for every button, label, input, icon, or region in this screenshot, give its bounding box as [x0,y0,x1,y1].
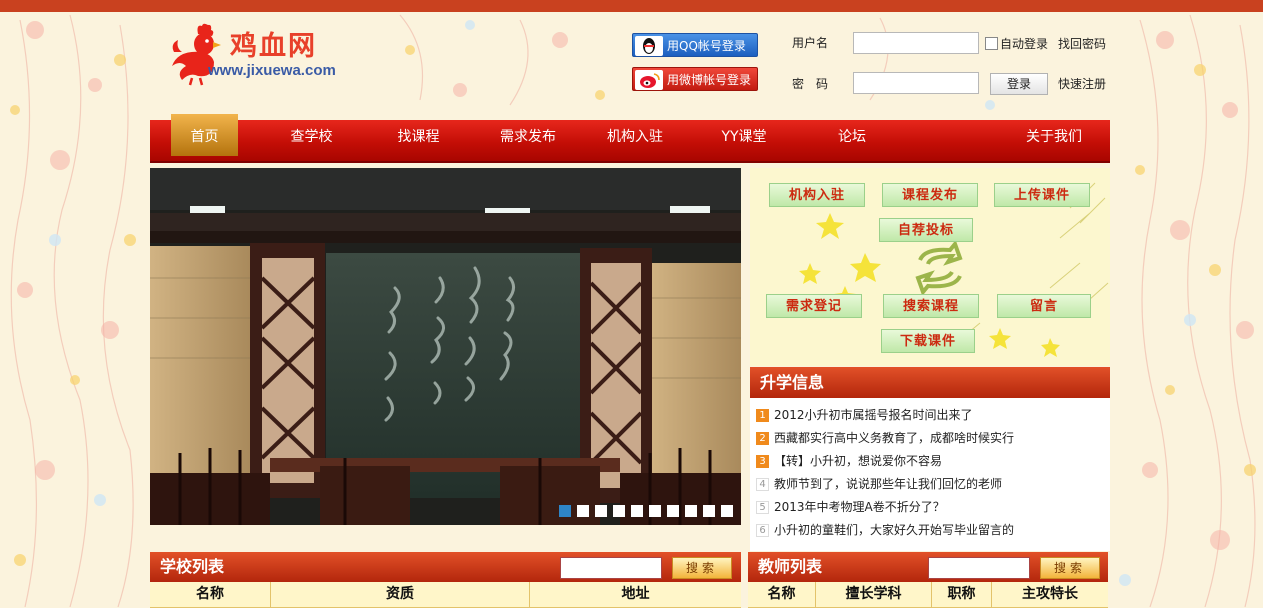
qq-login-button[interactable]: 用QQ帐号登录 [632,33,758,57]
school-list-title: 学校列表 [160,557,225,576]
news-panel: 升学信息 1 2012小升初市属摇号报名时间出来了 2 西藏都实行高中义务教育了，成… [750,367,1110,551]
site-url: www.jixuewa.com [208,62,336,79]
news-item-text: 2013年中考物理A卷不折分了？ [774,500,945,514]
news-item[interactable]: 1 2012小升初市属摇号报名时间出来了 [756,404,1110,427]
news-rank: 2 [756,432,769,445]
column-header: 职称 [932,582,992,607]
forgot-password-link[interactable]: 找回密码 [1058,35,1106,52]
news-item-text: 西藏都实行高中义务教育了，成都啥时候实行 [774,431,1015,445]
auto-login-checkbox[interactable] [985,37,998,50]
qq-login-label: 用QQ帐号登录 [667,39,746,53]
register-link[interactable]: 快速注册 [1058,75,1106,92]
carousel-dot[interactable] [667,505,679,517]
username-input[interactable] [853,32,979,54]
username-label: 用户名 [792,36,829,50]
news-list: 1 2012小升初市属摇号报名时间出来了 2 西藏都实行高中义务教育了，成都啥时候实… [750,398,1110,542]
carousel-dots [559,505,733,517]
teacher-search-button[interactable]: 搜索 [1040,557,1100,579]
column-header: 名称 [748,582,816,607]
nav-yy-class[interactable]: YY课堂 [706,120,782,161]
carousel-dot[interactable] [685,505,697,517]
quick-link-course-publish[interactable]: 课程发布 [882,183,978,207]
news-rank: 6 [756,524,769,537]
carousel-dot[interactable] [703,505,715,517]
news-rank: 4 [756,478,769,491]
column-header: 主攻特长 [1022,586,1078,602]
news-item-text: 教师节到了，说说那些年让我们回忆的老师 [774,477,1003,491]
nav-find-school[interactable]: 查学校 [275,120,348,161]
nav-forum[interactable]: 论坛 [820,120,884,161]
nav-home[interactable]: 首页 [171,114,238,156]
site-name: 鸡血网 [230,31,317,62]
news-title: 升学信息 [750,367,1110,398]
site-logo[interactable]: 鸡血网 www.jixuewa.com [168,22,358,86]
school-search-input[interactable] [560,557,662,579]
image-carousel[interactable] [150,168,741,525]
news-item[interactable]: 2 西藏都实行高中义务教育了，成都啥时候实行 [756,427,1110,450]
nav-institution-join[interactable]: 机构入驻 [597,120,673,161]
carousel-dot[interactable] [649,505,661,517]
quick-link-message[interactable]: 留言 [997,294,1091,318]
quick-link-self-bid[interactable]: 自荐投标 [879,218,973,242]
weibo-login-button[interactable]: 用微博帐号登录 [632,67,758,91]
carousel-dot[interactable] [595,505,607,517]
weibo-login-label: 用微博帐号登录 [667,73,752,87]
carousel-dot[interactable] [721,505,733,517]
news-item[interactable]: 4 教师节到了，说说那些年让我们回忆的老师 [756,473,1110,496]
school-list-header: 学校列表 搜索 [150,552,741,582]
teacher-list-title: 教师列表 [758,557,823,576]
nav-find-course[interactable]: 找课程 [382,120,455,161]
quick-link-institution-join[interactable]: 机构入驻 [769,183,865,207]
login-button[interactable]: 登录 [990,73,1048,95]
news-item-text: 【转】小升初，想说爱你不容易 [774,454,943,468]
column-header: 擅长学科 [816,582,932,607]
carousel-dot[interactable] [559,505,571,517]
school-search-button[interactable]: 搜索 [672,557,732,579]
teacher-list-columns: 名称 擅长学科 职称 主攻特长 [748,582,1108,608]
column-header: 名称 [150,582,271,607]
news-rank: 3 [756,455,769,468]
qq-penguin-icon [635,36,663,56]
quick-link-upload-courseware[interactable]: 上传课件 [994,183,1090,207]
news-rank: 5 [756,501,769,514]
auto-login-label: 自动登录 [1000,37,1049,51]
carousel-dot[interactable] [613,505,625,517]
teacher-list-panel: 教师列表 搜索 名称 擅长学科 职称 主攻特长 [748,552,1108,608]
quick-link-demand-register[interactable]: 需求登记 [766,294,862,318]
teacher-list-header: 教师列表 搜索 [748,552,1108,582]
news-rank: 1 [756,409,769,422]
news-item-text: 2012小升初市属摇号报名时间出来了 [774,408,973,422]
weibo-icon [635,70,663,90]
column-header: 资质 [271,582,530,607]
carousel-dot[interactable] [577,505,589,517]
news-item[interactable]: 6 小升初的童鞋们，大家好久开始写毕业留言的 [756,519,1110,542]
school-list-panel: 学校列表 搜索 名称 资质 地址 [150,552,741,608]
teacher-search-input[interactable] [928,557,1030,579]
nav-about-us[interactable]: 关于我们 [1016,120,1092,161]
main-nav: 首页 查学校 找课程 需求发布 机构入驻 YY课堂 论坛 关于我们 [150,114,1110,163]
news-item-text: 小升初的童鞋们，大家好久开始写毕业留言的 [774,523,1015,537]
column-header: 地址 [621,586,650,602]
quick-link-download-courseware[interactable]: 下载课件 [881,329,975,353]
nav-post-demand[interactable]: 需求发布 [490,120,566,161]
password-label: 密 码 [792,77,829,91]
carousel-image [150,168,741,525]
school-list-columns: 名称 资质 地址 [150,582,741,608]
news-item[interactable]: 3 【转】小升初，想说爱你不容易 [756,450,1110,473]
top-bar [0,0,1263,12]
quick-links-panel: 机构入驻 课程发布 上传课件 自荐投标 需求登记 搜索课程 留言 下载课件 [750,168,1110,366]
news-item[interactable]: 5 2013年中考物理A卷不折分了？ [756,496,1110,519]
quick-link-search-course[interactable]: 搜索课程 [883,294,979,318]
password-input[interactable] [853,72,979,94]
carousel-dot[interactable] [631,505,643,517]
